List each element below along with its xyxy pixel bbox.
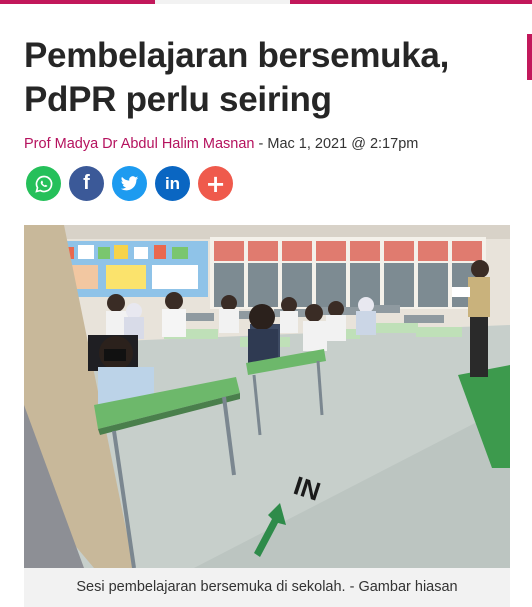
whatsapp-icon [34,174,54,194]
article-byline: Prof Madya Dr Abdul Halim Masnan - Mac 1… [24,136,418,152]
twitter-share-button[interactable] [112,166,147,201]
more-share-button[interactable]: + [198,166,233,201]
article-photo: IN [24,225,510,568]
classroom-photo: IN [24,225,510,568]
author-link[interactable]: Prof Madya Dr Abdul Halim Masnan [24,136,255,152]
scroll-indicator [527,34,532,80]
facebook-icon: f [83,172,90,194]
byline-separator: - [254,136,268,152]
publish-date: Mac 1, 2021 @ 2:17pm [267,136,419,152]
linkedin-share-button[interactable]: in [155,166,190,201]
plus-icon: + [205,169,226,198]
facebook-share-button[interactable]: f [69,166,104,201]
whatsapp-share-button[interactable] [26,166,61,201]
top-accent-bar [0,0,532,4]
article-title: Pembelajaran bersemuka, PdPR perlu seiri… [24,36,449,119]
linkedin-icon: in [164,173,181,193]
twitter-icon [120,175,139,192]
photo-caption: Sesi pembelajaran bersemuka di sekolah. … [24,568,510,607]
